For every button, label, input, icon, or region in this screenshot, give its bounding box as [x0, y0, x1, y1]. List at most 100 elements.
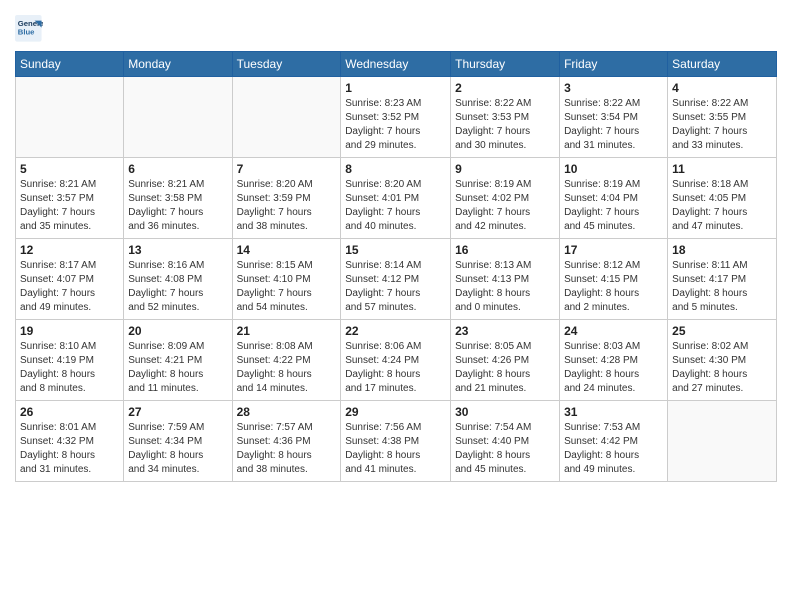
- logo-icon: General Blue: [15, 15, 43, 43]
- week-row-3: 12 Sunrise: 8:17 AM Sunset: 4:07 PM Dayli…: [16, 239, 777, 320]
- day-number: 5: [20, 162, 119, 176]
- day-info: Sunrise: 8:10 AM Sunset: 4:19 PM Dayligh…: [20, 340, 119, 396]
- day-number: 22: [345, 324, 446, 338]
- calendar-cell: 19 Sunrise: 8:10 AM Sunset: 4:19 PM Dayli…: [16, 320, 124, 401]
- day-info: Sunrise: 8:19 AM Sunset: 4:02 PM Dayligh…: [455, 178, 555, 234]
- weekday-header-wednesday: Wednesday: [341, 52, 451, 77]
- calendar-cell: 29 Sunrise: 7:56 AM Sunset: 4:38 PM Dayli…: [341, 401, 451, 482]
- day-number: 4: [672, 81, 772, 95]
- day-number: 29: [345, 405, 446, 419]
- header: General Blue: [15, 10, 777, 43]
- day-info: Sunrise: 8:13 AM Sunset: 4:13 PM Dayligh…: [455, 259, 555, 315]
- day-info: Sunrise: 8:05 AM Sunset: 4:26 PM Dayligh…: [455, 340, 555, 396]
- day-number: 20: [128, 324, 227, 338]
- day-number: 13: [128, 243, 227, 257]
- logo: General Blue: [15, 15, 46, 43]
- calendar-cell: 14 Sunrise: 8:15 AM Sunset: 4:10 PM Dayli…: [232, 239, 341, 320]
- page-container: General Blue SundayMondayTuesdayWednesda…: [0, 0, 792, 487]
- day-info: Sunrise: 8:01 AM Sunset: 4:32 PM Dayligh…: [20, 421, 119, 477]
- day-info: Sunrise: 8:21 AM Sunset: 3:58 PM Dayligh…: [128, 178, 227, 234]
- day-number: 25: [672, 324, 772, 338]
- calendar-cell: 2Sunrise: 8:22 AM Sunset: 3:53 PM Daylig…: [451, 77, 560, 158]
- day-number: 19: [20, 324, 119, 338]
- day-info: Sunrise: 8:18 AM Sunset: 4:05 PM Dayligh…: [672, 178, 772, 234]
- week-row-4: 19 Sunrise: 8:10 AM Sunset: 4:19 PM Dayli…: [16, 320, 777, 401]
- calendar-cell: 23 Sunrise: 8:05 AM Sunset: 4:26 PM Dayli…: [451, 320, 560, 401]
- day-number: 21: [237, 324, 337, 338]
- calendar-cell: 5 Sunrise: 8:21 AM Sunset: 3:57 PM Daylig…: [16, 158, 124, 239]
- weekday-header-monday: Monday: [124, 52, 232, 77]
- weekday-header-saturday: Saturday: [668, 52, 777, 77]
- weekday-header-friday: Friday: [560, 52, 668, 77]
- day-info: Sunrise: 8:08 AM Sunset: 4:22 PM Dayligh…: [237, 340, 337, 396]
- day-info: Sunrise: 8:03 AM Sunset: 4:28 PM Dayligh…: [564, 340, 663, 396]
- week-row-1: 1 Sunrise: 8:23 AM Sunset: 3:52 PM Daylig…: [16, 77, 777, 158]
- day-info: Sunrise: 8:23 AM Sunset: 3:52 PM Dayligh…: [345, 97, 446, 153]
- day-info: Sunrise: 8:20 AM Sunset: 3:59 PM Dayligh…: [237, 178, 337, 234]
- calendar: SundayMondayTuesdayWednesdayThursdayFrid…: [15, 51, 777, 482]
- calendar-cell: 26 Sunrise: 8:01 AM Sunset: 4:32 PM Dayli…: [16, 401, 124, 482]
- day-number: 30: [455, 405, 555, 419]
- day-number: 27: [128, 405, 227, 419]
- day-number: 6: [128, 162, 227, 176]
- calendar-cell: 21 Sunrise: 8:08 AM Sunset: 4:22 PM Dayli…: [232, 320, 341, 401]
- calendar-cell: 8 Sunrise: 8:20 AM Sunset: 4:01 PM Daylig…: [341, 158, 451, 239]
- calendar-cell: [668, 401, 777, 482]
- day-number: 2: [455, 81, 555, 95]
- calendar-cell: 11Sunrise: 8:18 AM Sunset: 4:05 PM Dayli…: [668, 158, 777, 239]
- day-info: Sunrise: 8:22 AM Sunset: 3:55 PM Dayligh…: [672, 97, 772, 153]
- day-info: Sunrise: 8:21 AM Sunset: 3:57 PM Dayligh…: [20, 178, 119, 234]
- day-number: 8: [345, 162, 446, 176]
- day-number: 7: [237, 162, 337, 176]
- day-info: Sunrise: 8:02 AM Sunset: 4:30 PM Dayligh…: [672, 340, 772, 396]
- day-number: 17: [564, 243, 663, 257]
- day-info: Sunrise: 7:59 AM Sunset: 4:34 PM Dayligh…: [128, 421, 227, 477]
- day-number: 28: [237, 405, 337, 419]
- calendar-cell: [232, 77, 341, 158]
- day-number: 23: [455, 324, 555, 338]
- day-info: Sunrise: 8:22 AM Sunset: 3:54 PM Dayligh…: [564, 97, 663, 153]
- day-info: Sunrise: 8:12 AM Sunset: 4:15 PM Dayligh…: [564, 259, 663, 315]
- day-info: Sunrise: 8:06 AM Sunset: 4:24 PM Dayligh…: [345, 340, 446, 396]
- calendar-cell: 6 Sunrise: 8:21 AM Sunset: 3:58 PM Daylig…: [124, 158, 232, 239]
- day-number: 14: [237, 243, 337, 257]
- day-number: 1: [345, 81, 446, 95]
- weekday-header-tuesday: Tuesday: [232, 52, 341, 77]
- weekday-header-row: SundayMondayTuesdayWednesdayThursdayFrid…: [16, 52, 777, 77]
- day-info: Sunrise: 8:14 AM Sunset: 4:12 PM Dayligh…: [345, 259, 446, 315]
- calendar-cell: 9Sunrise: 8:19 AM Sunset: 4:02 PM Daylig…: [451, 158, 560, 239]
- day-number: 18: [672, 243, 772, 257]
- calendar-cell: 13Sunrise: 8:16 AM Sunset: 4:08 PM Dayli…: [124, 239, 232, 320]
- day-number: 16: [455, 243, 555, 257]
- day-info: Sunrise: 8:17 AM Sunset: 4:07 PM Dayligh…: [20, 259, 119, 315]
- calendar-cell: [124, 77, 232, 158]
- calendar-cell: 1 Sunrise: 8:23 AM Sunset: 3:52 PM Daylig…: [341, 77, 451, 158]
- calendar-cell: 20 Sunrise: 8:09 AM Sunset: 4:21 PM Dayli…: [124, 320, 232, 401]
- weekday-header-sunday: Sunday: [16, 52, 124, 77]
- calendar-cell: 27 Sunrise: 7:59 AM Sunset: 4:34 PM Dayli…: [124, 401, 232, 482]
- day-number: 26: [20, 405, 119, 419]
- day-info: Sunrise: 7:56 AM Sunset: 4:38 PM Dayligh…: [345, 421, 446, 477]
- day-info: Sunrise: 8:09 AM Sunset: 4:21 PM Dayligh…: [128, 340, 227, 396]
- calendar-cell: 22 Sunrise: 8:06 AM Sunset: 4:24 PM Dayli…: [341, 320, 451, 401]
- day-number: 12: [20, 243, 119, 257]
- calendar-cell: 31Sunrise: 7:53 AM Sunset: 4:42 PM Dayli…: [560, 401, 668, 482]
- day-info: Sunrise: 7:54 AM Sunset: 4:40 PM Dayligh…: [455, 421, 555, 477]
- calendar-cell: 25 Sunrise: 8:02 AM Sunset: 4:30 PM Dayli…: [668, 320, 777, 401]
- day-info: Sunrise: 8:20 AM Sunset: 4:01 PM Dayligh…: [345, 178, 446, 234]
- day-number: 24: [564, 324, 663, 338]
- svg-text:Blue: Blue: [18, 28, 35, 37]
- day-info: Sunrise: 8:11 AM Sunset: 4:17 PM Dayligh…: [672, 259, 772, 315]
- calendar-cell: 4 Sunrise: 8:22 AM Sunset: 3:55 PM Daylig…: [668, 77, 777, 158]
- week-row-2: 5 Sunrise: 8:21 AM Sunset: 3:57 PM Daylig…: [16, 158, 777, 239]
- day-info: Sunrise: 8:15 AM Sunset: 4:10 PM Dayligh…: [237, 259, 337, 315]
- calendar-cell: 24 Sunrise: 8:03 AM Sunset: 4:28 PM Dayli…: [560, 320, 668, 401]
- weekday-header-thursday: Thursday: [451, 52, 560, 77]
- calendar-cell: 10Sunrise: 8:19 AM Sunset: 4:04 PM Dayli…: [560, 158, 668, 239]
- day-info: Sunrise: 7:57 AM Sunset: 4:36 PM Dayligh…: [237, 421, 337, 477]
- calendar-cell: 16 Sunrise: 8:13 AM Sunset: 4:13 PM Dayli…: [451, 239, 560, 320]
- calendar-cell: 30 Sunrise: 7:54 AM Sunset: 4:40 PM Dayli…: [451, 401, 560, 482]
- calendar-cell: 7 Sunrise: 8:20 AM Sunset: 3:59 PM Daylig…: [232, 158, 341, 239]
- day-number: 3: [564, 81, 663, 95]
- day-info: Sunrise: 8:19 AM Sunset: 4:04 PM Dayligh…: [564, 178, 663, 234]
